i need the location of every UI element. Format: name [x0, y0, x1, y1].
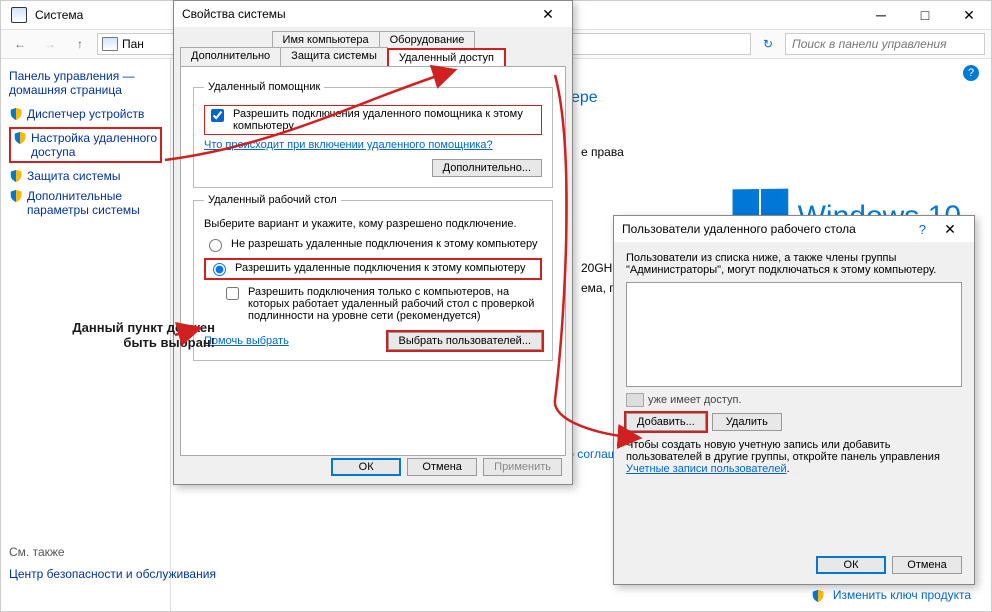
- remote-users-dialog: Пользователи удаленного рабочего стола ?…: [613, 215, 975, 585]
- tab-hardware[interactable]: Оборудование: [379, 31, 476, 48]
- disallow-remote-label: Не разрешать удаленные подключения к это…: [231, 238, 538, 250]
- sidebar-item-label: Диспетчер устройств: [27, 107, 144, 121]
- heading-suffix: ере: [571, 89, 598, 107]
- cancel-button[interactable]: Отмена: [892, 556, 962, 574]
- sidebar-item-remote-settings[interactable]: Настройка удаленного доступа: [9, 127, 162, 163]
- sidebar-item-label: Настройка удаленного доступа: [31, 131, 158, 159]
- help-icon[interactable]: ?: [963, 65, 979, 81]
- whats-this-link[interactable]: Что происходит при включении удаленного …: [204, 139, 493, 151]
- sidebar-item-label: Защита системы: [27, 169, 120, 183]
- sidebar-item-advanced-system[interactable]: Дополнительные параметры системы: [9, 189, 162, 217]
- shield-icon: [9, 107, 23, 121]
- remote-assist-advanced-button[interactable]: Дополнительно...: [432, 159, 542, 177]
- system-icon: [11, 7, 27, 23]
- help-choose-link[interactable]: Помочь выбрать: [204, 335, 289, 347]
- forward-button[interactable]: →: [37, 32, 63, 56]
- shield-icon: [9, 189, 23, 203]
- ok-button[interactable]: ОК: [816, 556, 886, 574]
- search-input[interactable]: Поиск в панели управления: [785, 33, 985, 55]
- shield-icon: [9, 169, 23, 183]
- add-user-button[interactable]: Добавить...: [626, 413, 706, 431]
- os-rights: е права: [581, 145, 624, 159]
- folder-icon: [102, 37, 118, 51]
- sidebar-item-label: Дополнительные параметры системы: [27, 189, 162, 217]
- user-accounts-link[interactable]: Учетные записи пользователей: [626, 463, 787, 475]
- tabs: Имя компьютера Оборудование Дополнительн…: [174, 27, 572, 66]
- maximize-button[interactable]: □: [903, 1, 947, 29]
- allow-remote-assist-label: Разрешить подключения удаленного помощни…: [233, 108, 539, 132]
- tab-computer-name[interactable]: Имя компьютера: [272, 31, 380, 48]
- dialog-titlebar: Свойства системы ✕: [174, 1, 572, 27]
- minimize-button[interactable]: ─: [859, 1, 903, 29]
- system-properties-dialog: Свойства системы ✕ Имя компьютера Оборуд…: [173, 0, 573, 485]
- cancel-button[interactable]: Отмена: [407, 458, 477, 476]
- annotation-text: Данный пункт должен быть выбран!: [55, 320, 215, 350]
- nla-label: Разрешить подключения только с компьютер…: [248, 286, 542, 322]
- change-product-key-link[interactable]: Изменить ключ продукта: [833, 588, 971, 602]
- dialog-titlebar: Пользователи удаленного рабочего стола ?…: [614, 216, 974, 242]
- users-description: Пользователи из списка ниже, а также чле…: [626, 252, 962, 276]
- select-users-button[interactable]: Выбрать пользователей...: [388, 332, 543, 350]
- ok-button[interactable]: ОК: [331, 458, 401, 476]
- remote-tab-page: Удаленный помощник Разрешить подключения…: [180, 66, 566, 456]
- choose-text: Выберите вариант и укажите, кому разреше…: [204, 218, 542, 230]
- tab-remote[interactable]: Удаленный доступ: [387, 48, 506, 67]
- tab-protection[interactable]: Защита системы: [280, 47, 388, 66]
- dialog-title: Пользователи удаленного рабочего стола: [622, 222, 911, 236]
- remote-desktop-group: Удаленный рабочий стол Выберите вариант …: [193, 194, 553, 361]
- shield-icon: [13, 131, 27, 145]
- shield-icon: [811, 589, 825, 603]
- apply-button[interactable]: Применить: [483, 458, 562, 476]
- users-listbox[interactable]: [626, 282, 962, 387]
- allow-remote-radio[interactable]: [213, 263, 226, 276]
- help-button[interactable]: ?: [911, 222, 934, 237]
- up-button[interactable]: ↑: [67, 32, 93, 56]
- has-access-text: уже имеет доступ.: [648, 394, 742, 406]
- sidebar-item-system-protection[interactable]: Защита системы: [9, 169, 162, 183]
- dialog-title: Свойства системы: [182, 7, 532, 21]
- close-button[interactable]: ✕: [947, 1, 991, 29]
- remove-user-button[interactable]: Удалить: [712, 413, 782, 431]
- create-account-note: Чтобы создать новую учетную запись или д…: [626, 439, 962, 475]
- disallow-remote-radio[interactable]: [209, 239, 222, 252]
- refresh-button[interactable]: ↻: [755, 32, 781, 56]
- control-panel-home-link[interactable]: Панель управления — домашняя страница: [9, 69, 162, 97]
- close-button[interactable]: ✕: [532, 6, 564, 23]
- allow-remote-assist-checkbox[interactable]: [211, 109, 224, 122]
- allow-remote-label: Разрешить удаленные подключения к этому …: [235, 262, 526, 274]
- back-button[interactable]: ←: [7, 32, 33, 56]
- tab-advanced[interactable]: Дополнительно: [180, 47, 281, 66]
- breadcrumb: Пан: [122, 37, 144, 51]
- user-icon: [626, 393, 644, 407]
- nla-checkbox[interactable]: [226, 287, 239, 300]
- remote-assistance-group: Удаленный помощник Разрешить подключения…: [193, 81, 553, 188]
- close-button[interactable]: ✕: [934, 221, 966, 238]
- sidebar-item-device-manager[interactable]: Диспетчер устройств: [9, 107, 162, 121]
